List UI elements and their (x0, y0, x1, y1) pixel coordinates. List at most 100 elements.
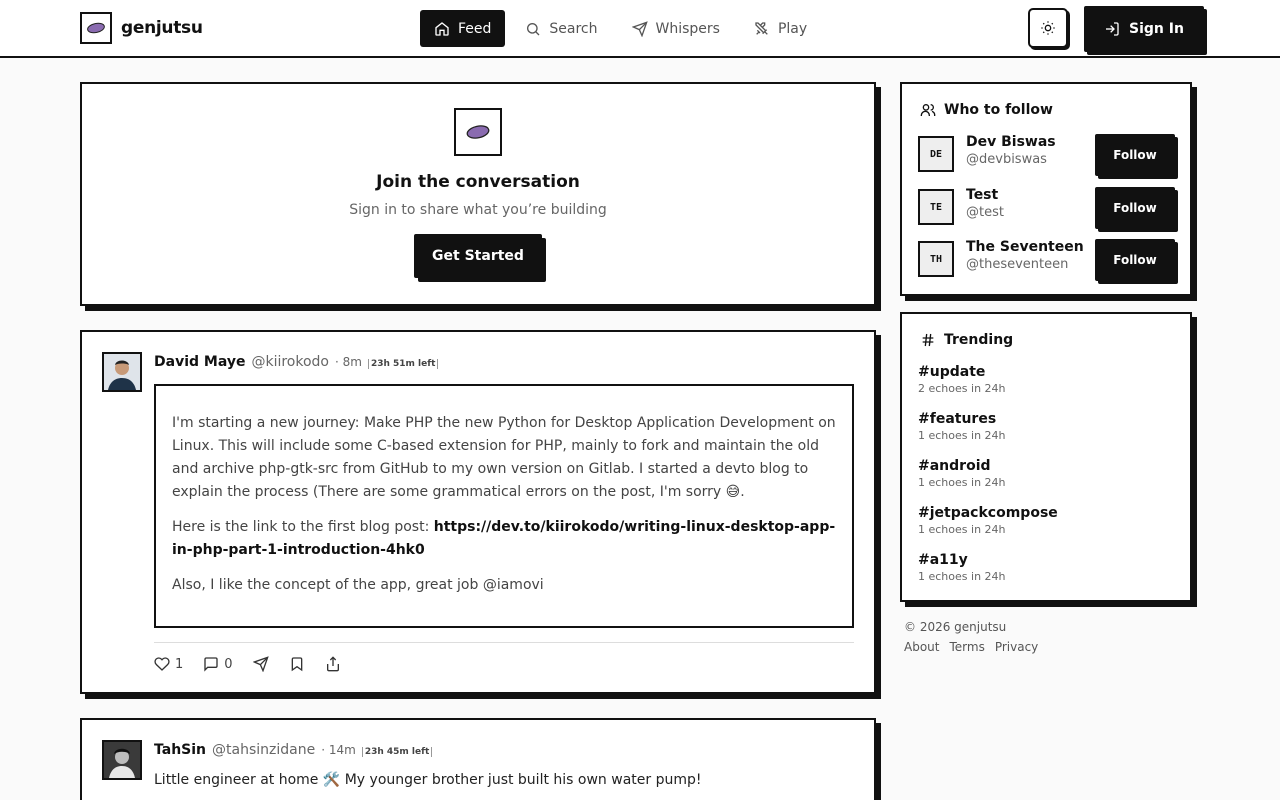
post-meta: David Maye @kiirokodo · 8m 23h 51m left (154, 354, 439, 370)
copyright: © 2026 genjutsu (904, 620, 1007, 634)
log-in-icon (1106, 22, 1119, 36)
suggested-user: TH The Seventeen @theseventeen Follow (918, 239, 1178, 283)
bookmark-button[interactable] (289, 656, 305, 672)
expiry-badge: 23h 51m left (367, 359, 439, 369)
nav-play[interactable]: Play (740, 10, 821, 47)
trending-tag[interactable]: #jetpackcompose 1 echoes in 24h (918, 505, 1058, 536)
comment-count: 0 (224, 656, 233, 672)
comment-icon (204, 657, 218, 672)
nav-whispers[interactable]: Whispers (618, 10, 734, 47)
user-handle: @theseventeen (966, 257, 1069, 272)
avatar[interactable] (102, 740, 142, 780)
join-title: Join the conversation (376, 172, 580, 192)
top-header: genjutsu Feed Search Whispers Play Sign … (0, 0, 1280, 58)
user-handle: @devbiswas (966, 152, 1047, 167)
user-name[interactable]: The Seventeen (966, 239, 1084, 255)
footer-links: About Terms Privacy (904, 640, 1038, 654)
trending-tag[interactable]: #features 1 echoes in 24h (918, 411, 1006, 442)
tag-name: #update (918, 364, 986, 380)
nav-feed[interactable]: Feed (420, 10, 506, 47)
join-subtitle: Sign in to share what you’re building (349, 202, 607, 218)
post-paragraph: Also, I like the concept of the app, gre… (172, 577, 544, 593)
logo-icon (80, 12, 112, 44)
like-button[interactable]: 1 (154, 656, 183, 672)
author-handle[interactable]: @kiirokodo (251, 354, 329, 370)
trending-tag[interactable]: #a11y 1 echoes in 24h (918, 552, 1006, 583)
link-prefix: Here is the link to the first blog post: (172, 519, 434, 535)
who-to-follow-card: Who to follow DE Dev Biswas @devbiswas F… (900, 82, 1192, 296)
footer-link-terms[interactable]: Terms (949, 640, 984, 654)
sign-in-button[interactable]: Sign In (1084, 6, 1204, 52)
main-nav: Feed Search Whispers Play (420, 10, 821, 47)
trending-title: Trending (920, 332, 1013, 348)
follow-button[interactable]: Follow (1095, 187, 1175, 229)
search-icon (527, 22, 540, 35)
get-started-button[interactable]: Get Started (414, 234, 542, 278)
tag-count: 1 echoes in 24h (918, 429, 1006, 442)
trending-card: Trending #update 2 echoes in 24h #featur… (900, 312, 1192, 602)
user-handle: @test (966, 205, 1004, 220)
tag-name: #features (918, 411, 997, 427)
post-body: I'm starting a new journey: Make PHP the… (154, 384, 854, 628)
tag-count: 1 echoes in 24h (918, 570, 1006, 583)
footer-link-about[interactable]: About (904, 640, 939, 654)
user-name[interactable]: Dev Biswas (966, 134, 1056, 150)
follow-button[interactable]: Follow (1095, 134, 1175, 176)
post-time: · 14m (321, 743, 356, 757)
post-paragraph: I'm starting a new journey: Make PHP the… (172, 415, 836, 500)
swords-icon (755, 21, 768, 35)
section-title: Trending (944, 332, 1014, 348)
expiry-badge: 23h 45m left (361, 747, 433, 757)
sidebar-footer: © 2026 genjutsu About Terms Privacy (904, 620, 1038, 654)
post-text: Little engineer at home 🛠️ My younger br… (154, 772, 702, 788)
post-actions: 1 0 (154, 656, 341, 672)
who-to-follow-title: Who to follow (920, 102, 1053, 118)
avatar[interactable]: TH (918, 241, 954, 277)
brand-name: genjutsu (121, 18, 203, 38)
footer-link-privacy[interactable]: Privacy (995, 640, 1038, 654)
sign-in-label: Sign In (1129, 21, 1184, 37)
divider (154, 642, 854, 643)
tag-name: #jetpackcompose (918, 505, 1058, 521)
follow-button[interactable]: Follow (1095, 239, 1175, 281)
tag-name: #a11y (918, 552, 968, 568)
sun-icon (1041, 21, 1055, 35)
comment-button[interactable]: 0 (203, 656, 233, 672)
brand-link[interactable]: genjutsu (80, 12, 203, 44)
author-name[interactable]: David Maye (154, 354, 245, 370)
trending-tag[interactable]: #android 1 echoes in 24h (918, 458, 1006, 489)
send-icon (252, 656, 269, 672)
suggested-user: DE Dev Biswas @devbiswas Follow (918, 134, 1178, 178)
tag-name: #android (918, 458, 991, 474)
nav-label: Feed (458, 20, 492, 37)
tag-count: 2 echoes in 24h (918, 382, 1006, 395)
avatar[interactable] (102, 352, 142, 392)
user-name[interactable]: Test (966, 187, 998, 203)
post-paragraph: Here is the link to the first blog post:… (172, 516, 836, 562)
nav-label: Whispers (655, 20, 720, 37)
theme-toggle-button[interactable] (1028, 8, 1068, 48)
nav-label: Search (549, 20, 598, 37)
share-button[interactable] (325, 656, 341, 672)
bookmark-icon (291, 657, 302, 672)
author-handle[interactable]: @tahsinzidane (212, 742, 315, 758)
post-time: · 8m (335, 355, 362, 369)
heart-icon (154, 657, 170, 671)
avatar[interactable]: DE (918, 136, 954, 172)
nav-label: Play (777, 20, 808, 37)
send-icon (631, 20, 648, 37)
avatar[interactable]: TE (918, 189, 954, 225)
post-card: David Maye @kiirokodo · 8m 23h 51m left … (80, 330, 876, 694)
suggested-user: TE Test @test Follow (918, 187, 1178, 231)
trending-tag[interactable]: #update 2 echoes in 24h (918, 364, 1006, 395)
author-name[interactable]: TahSin (154, 742, 206, 758)
home-icon (435, 21, 449, 36)
nav-search[interactable]: Search (511, 10, 611, 47)
section-title: Who to follow (944, 102, 1053, 118)
post-card: TahSin @tahsinzidane · 14m 23h 45m left … (80, 718, 876, 800)
users-icon (920, 104, 936, 116)
join-card: Join the conversation Sign in to share w… (80, 82, 876, 306)
post-meta: TahSin @tahsinzidane · 14m 23h 45m left (154, 742, 433, 758)
like-count: 1 (175, 656, 184, 672)
send-button[interactable] (252, 656, 269, 672)
